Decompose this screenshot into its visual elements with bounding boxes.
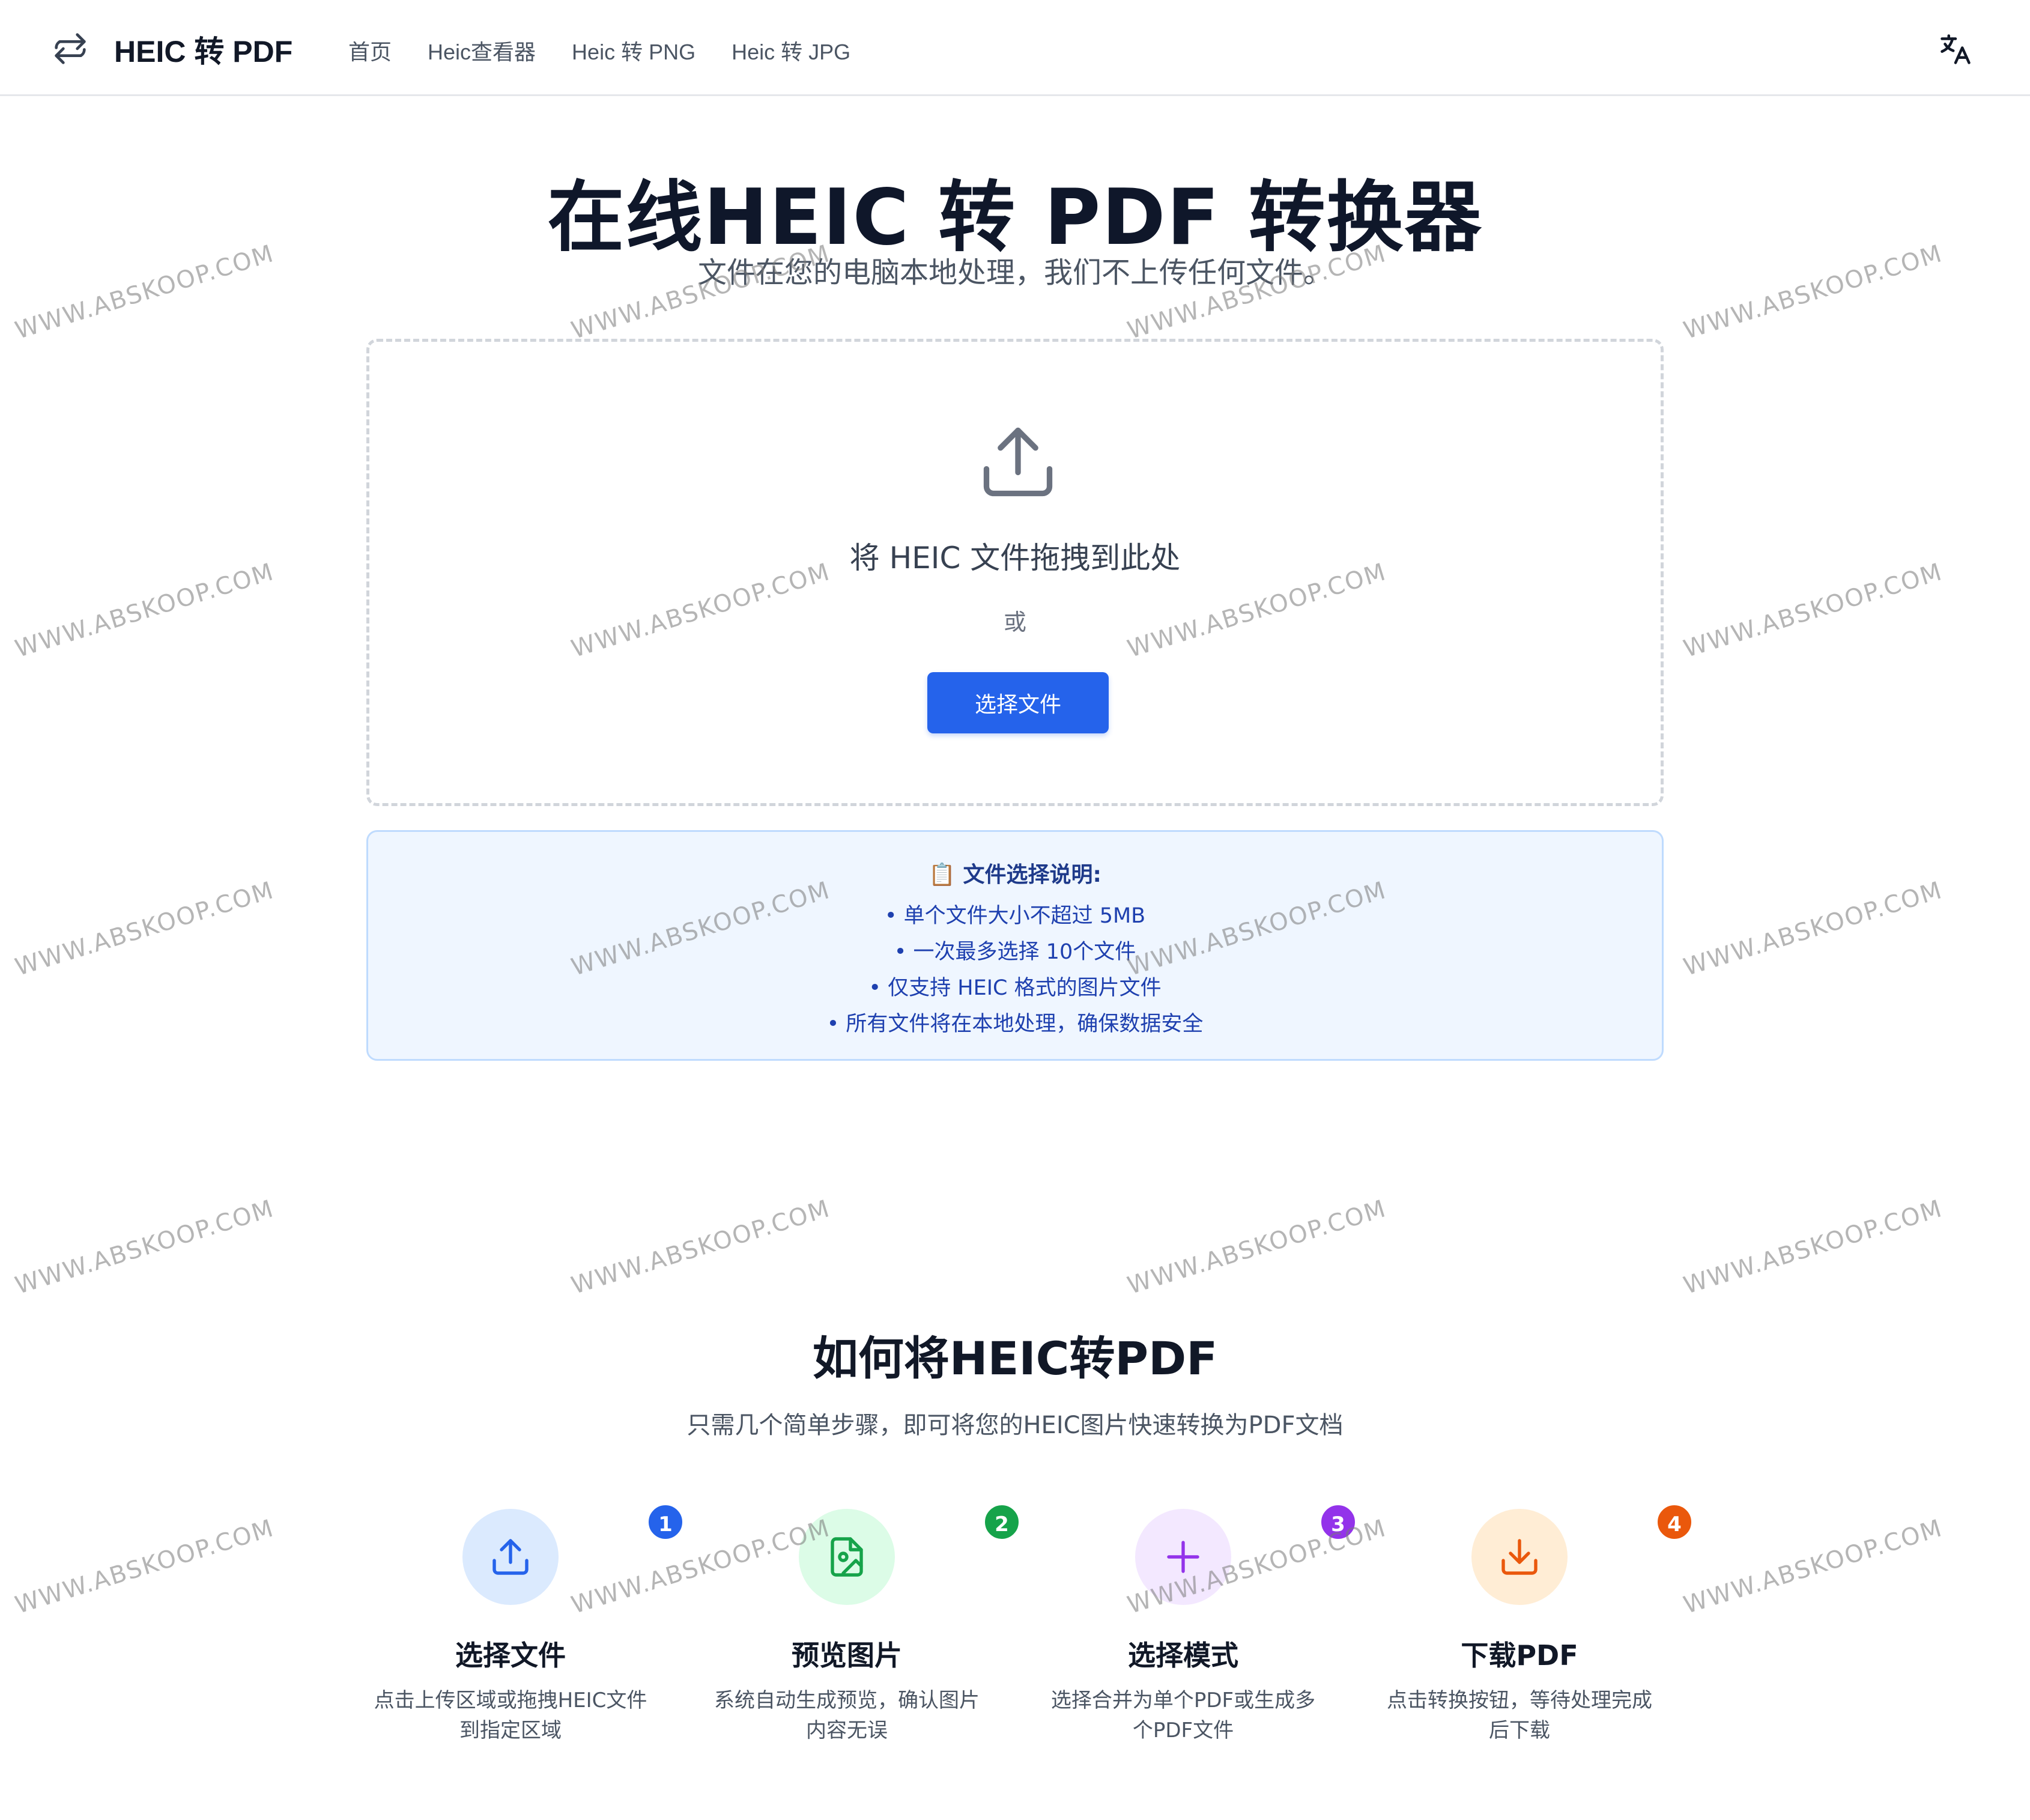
step-title: 选择文件 <box>455 1639 566 1672</box>
step-number-badge: 4 <box>1655 1503 1694 1541</box>
watermark-text: WWW.ABSKOOP.COM <box>1680 1195 1946 1300</box>
step-description: 点击上传区域或拖拽HEIC文件到指定区域 <box>374 1688 647 1743</box>
step-title: 预览图片 <box>792 1639 902 1672</box>
watermark-text: WWW.ABSKOOP.COM <box>12 1195 277 1300</box>
image-file-icon <box>831 1537 863 1577</box>
nav-heic-viewer-link[interactable]: Heic查看器 <box>428 35 536 66</box>
select-file-button[interactable]: 选择文件 <box>927 672 1109 733</box>
watermark-text: WWW.ABSKOOP.COM <box>568 1195 834 1300</box>
step-title: 下载PDF <box>1461 1639 1578 1672</box>
upload-icon <box>983 427 1053 497</box>
file-dropzone[interactable]: 将 HEIC 文件拖拽到此处 或 选择文件 <box>366 339 1664 806</box>
watermark-text: WWW.ABSKOOP.COM <box>1680 558 1946 663</box>
nav-heic-to-png-link[interactable]: Heic 转 PNG <box>572 35 695 66</box>
translate-icon[interactable] <box>1938 31 1974 67</box>
upload-icon <box>492 1539 529 1575</box>
list-item: • 所有文件将在本地处理，确保数据安全 <box>826 1012 1204 1036</box>
list-item: • 一次最多选择 10个文件 <box>894 940 1136 964</box>
step-title: 选择模式 <box>1128 1639 1238 1672</box>
notes-title: 📋 文件选择说明: <box>929 863 1101 887</box>
step-description: 系统自动生成预览，确认图片内容无误 <box>714 1688 980 1743</box>
step-download-pdf: 4 下载PDF 点击转换按钮，等待处理完成后下载 <box>1369 1503 1694 1760</box>
watermark-text: WWW.ABSKOOP.COM <box>1680 1514 1946 1619</box>
watermark-text: WWW.ABSKOOP.COM <box>12 558 277 663</box>
watermark-text: WWW.ABSKOOP.COM <box>1680 876 1946 981</box>
watermark-text: WWW.ABSKOOP.COM <box>12 876 277 981</box>
drop-instruction: 将 HEIC 文件拖拽到此处 <box>849 541 1181 575</box>
page-subtitle: 文件在您的电脑本地处理，我们不上传任何文件。 <box>697 256 1332 290</box>
howto-title: 如何将HEIC转PDF <box>812 1332 1218 1385</box>
top-navbar: HEIC 转 PDF 首页 Heic查看器 Heic 转 PNG Heic 转 … <box>0 0 2030 96</box>
brand-title[interactable]: HEIC 转 PDF <box>114 28 292 71</box>
notes-list: • 单个文件大小不超过 5MB • 一次最多选择 10个文件 • 仅支持 HEI… <box>368 898 1662 1042</box>
download-icon <box>1501 1539 1538 1575</box>
step-number-badge: 2 <box>983 1503 1021 1541</box>
step-icon-circle: 1 <box>462 1503 685 1605</box>
nav-home-link[interactable]: 首页 <box>348 35 392 66</box>
or-separator: 或 <box>1003 609 1026 635</box>
file-selection-notes: 📋 文件选择说明: • 单个文件大小不超过 5MB • 一次最多选择 10个文件… <box>366 830 1664 1061</box>
step-icon-circle: 4 <box>1471 1503 1694 1605</box>
howto-subtitle: 只需几个简单步骤，即可将您的HEIC图片快速转换为PDF文档 <box>686 1412 1344 1439</box>
watermark-text: WWW.ABSKOOP.COM <box>1124 1195 1390 1300</box>
nav-heic-to-jpg-link[interactable]: Heic 转 JPG <box>732 35 850 66</box>
main-nav: 首页 Heic查看器 Heic 转 PNG Heic 转 JPG <box>348 35 850 66</box>
list-item: • 仅支持 HEIC 格式的图片文件 <box>868 976 1162 1000</box>
convert-arrows-icon[interactable] <box>49 28 91 70</box>
step-description: 点击转换按钮，等待处理完成后下载 <box>1387 1688 1652 1743</box>
step-description: 选择合并为单个PDF或生成多个PDF文件 <box>1050 1688 1316 1743</box>
step-number-badge: 1 <box>646 1503 685 1541</box>
step-select-file: 1 选择文件 点击上传区域或拖拽HEIC文件到指定区域 <box>360 1503 685 1760</box>
list-item: • 单个文件大小不超过 5MB <box>884 904 1146 928</box>
watermark-text: WWW.ABSKOOP.COM <box>12 1514 277 1619</box>
page: HEIC 转 PDF 首页 Heic查看器 Heic 转 PNG Heic 转 … <box>0 0 2030 1820</box>
